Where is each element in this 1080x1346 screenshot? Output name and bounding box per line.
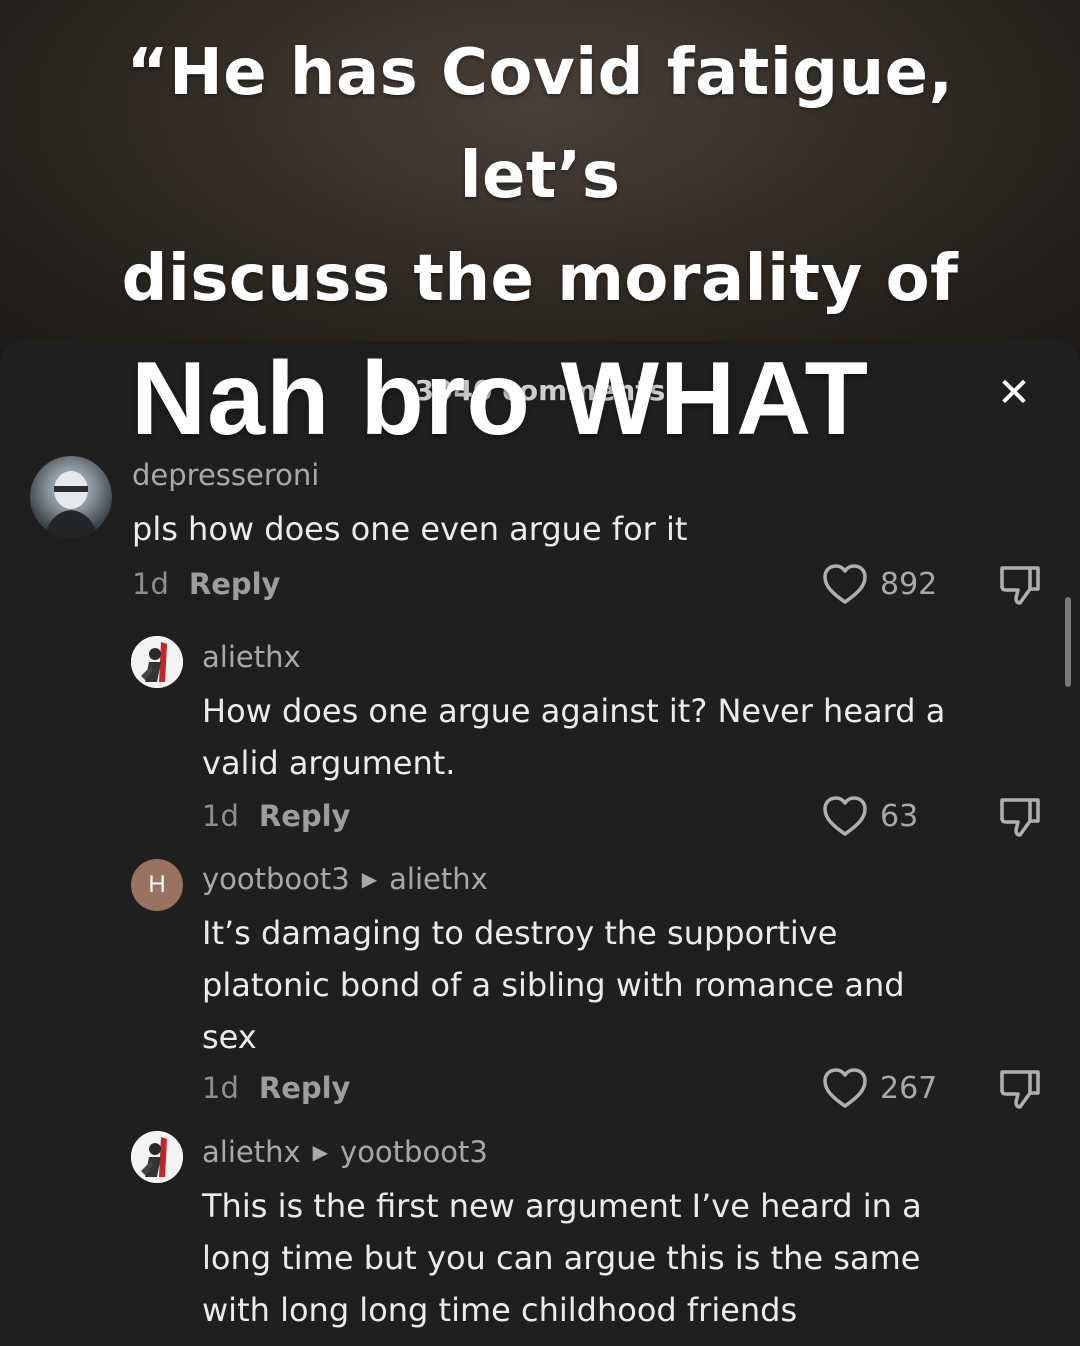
- avatar[interactable]: [131, 636, 183, 688]
- username-link[interactable]: aliethx: [202, 1135, 301, 1169]
- comment-text: How does one argue against it? Never hea…: [202, 692, 946, 782]
- heart-icon: [823, 796, 867, 836]
- overlay-text: Nah bro WHAT: [131, 341, 869, 457]
- reply-button[interactable]: Reply: [259, 1071, 351, 1105]
- dislike-button[interactable]: [998, 563, 1042, 611]
- reply-arrow-icon: ▶: [312, 1140, 329, 1164]
- heart-icon: [823, 564, 867, 604]
- reply-button[interactable]: Reply: [189, 567, 281, 601]
- like-button[interactable]: 892: [822, 563, 937, 605]
- like-count: 267: [880, 1070, 938, 1106]
- reply-to-username[interactable]: aliethx: [389, 862, 488, 896]
- comment-text: pls how does one even argue for it: [132, 510, 688, 548]
- thumbs-down-icon: [1000, 798, 1040, 837]
- comment-time: 1d: [202, 799, 239, 833]
- comment-time: 1d: [202, 1071, 239, 1105]
- reply-arrow-icon: ▶: [361, 867, 378, 891]
- thumbs-down-icon: [1000, 1070, 1040, 1109]
- dislike-button[interactable]: [998, 1067, 1042, 1115]
- avatar[interactable]: [131, 1131, 183, 1183]
- scrollbar[interactable]: [1065, 597, 1071, 687]
- avatar[interactable]: [30, 456, 112, 538]
- like-count: 892: [880, 566, 938, 602]
- close-icon[interactable]: ✕: [992, 371, 1036, 415]
- heart-icon: [823, 1068, 867, 1108]
- comment-username: aliethx ▶ yootboot3: [202, 1135, 488, 1169]
- username-link[interactable]: yootboot3: [202, 862, 350, 896]
- comment-username: yootboot3 ▶ aliethx: [202, 862, 488, 896]
- comment-username[interactable]: aliethx: [202, 640, 301, 674]
- comment-username[interactable]: depresseroni: [132, 458, 319, 492]
- avatar[interactable]: H: [131, 859, 183, 911]
- comment-text: It’s damaging to destroy the supportive …: [202, 914, 905, 1056]
- comment-text: This is the first new argument I’ve hear…: [202, 1187, 922, 1329]
- reply-button[interactable]: Reply: [259, 799, 351, 833]
- like-button[interactable]: 267: [822, 1067, 937, 1109]
- dislike-button[interactable]: [998, 795, 1042, 843]
- thumbs-down-icon: [1000, 566, 1040, 605]
- comment-time: 1d: [132, 567, 169, 601]
- like-count: 63: [880, 798, 919, 834]
- like-button[interactable]: 63: [822, 795, 918, 837]
- reply-to-username[interactable]: yootboot3: [340, 1135, 488, 1169]
